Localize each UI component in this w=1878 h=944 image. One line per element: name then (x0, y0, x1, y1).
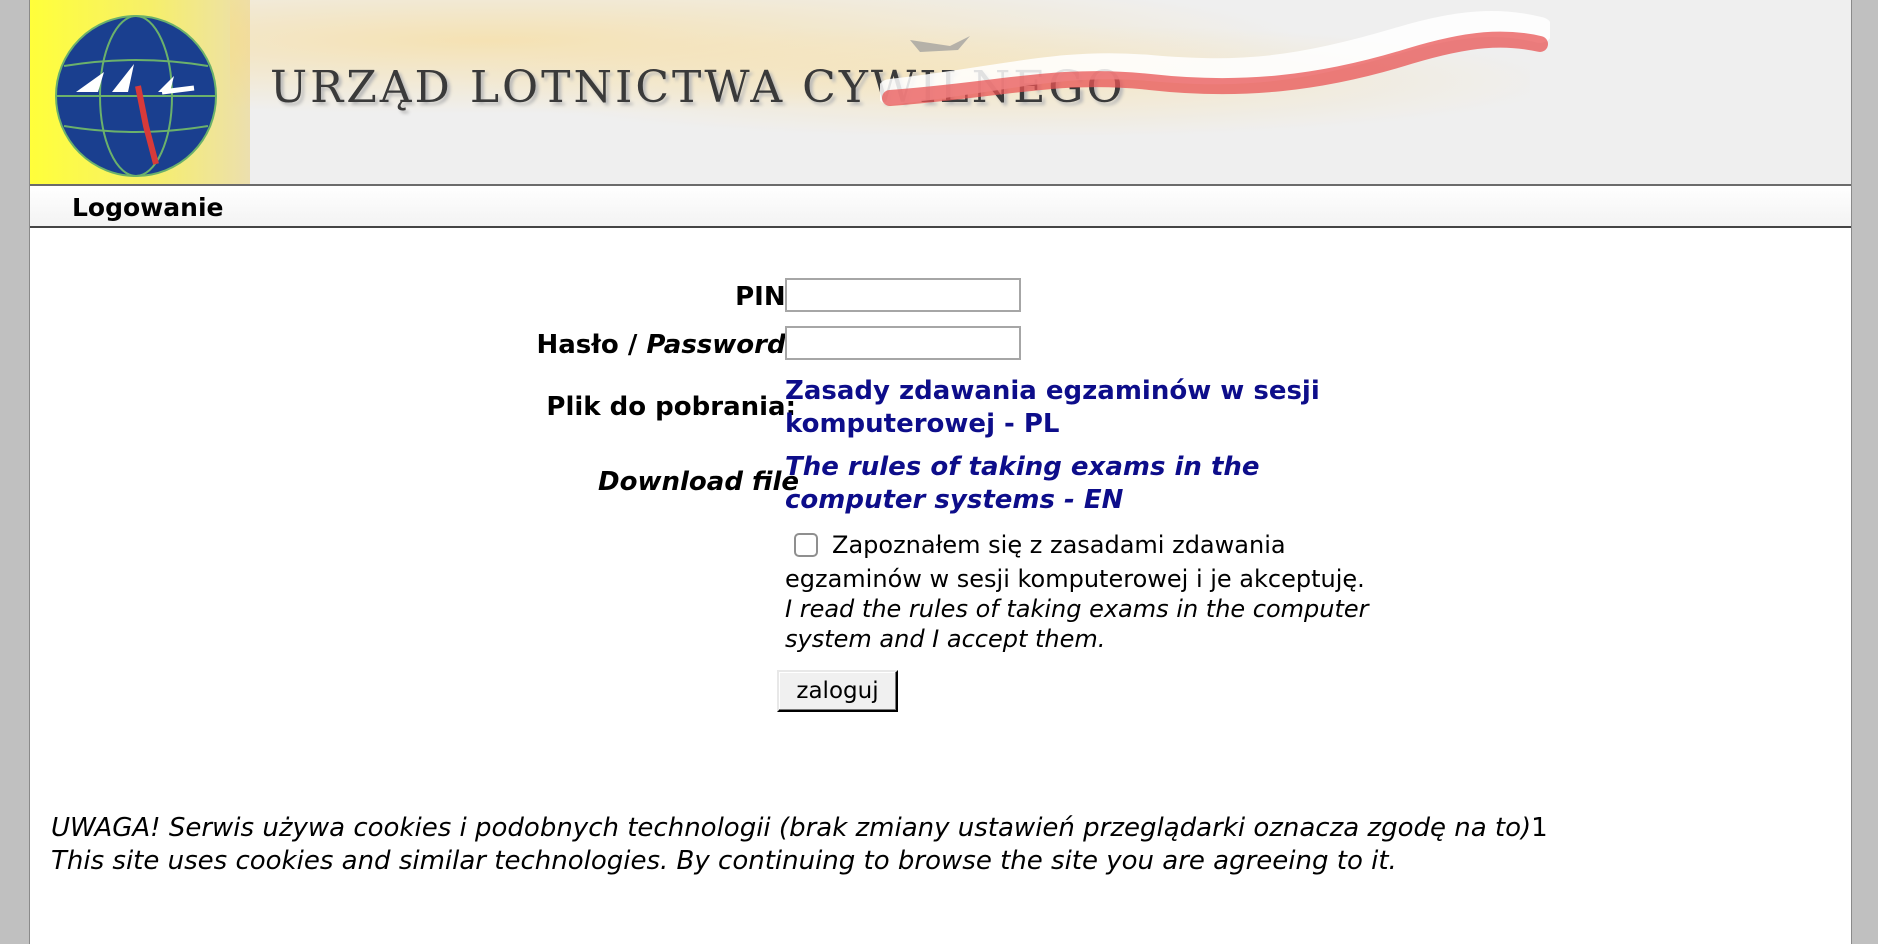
download-label-en: Download file (598, 467, 799, 497)
download-label-en-text: Download file (598, 467, 799, 497)
cookie-notice-pl: UWAGA! Serwis używa cookies i podobnych … (51, 813, 1548, 843)
page-container: URZĄD LOTNICTWA CYWILNEGO Logowanie PIN:… (29, 0, 1852, 944)
rules-download-link-pl[interactable]: Zasady zdawania egzaminów w sesji komput… (785, 375, 1405, 441)
password-label-pl: Hasło / (536, 330, 647, 360)
cookie-notice-pl-text: UWAGA! Serwis używa cookies i podobnych … (51, 813, 1532, 843)
cookie-notice-suffix: 1 (1531, 813, 1548, 843)
accept-rules-checkbox[interactable] (794, 533, 818, 557)
section-header-bar: Logowanie (30, 186, 1851, 228)
password-label: Hasło / Password: (536, 330, 796, 360)
accept-rules-text-en: I read the rules of taking exams in the … (785, 595, 1369, 653)
pin-input[interactable] (785, 278, 1021, 312)
rules-download-link-en[interactable]: The rules of taking exams in the compute… (785, 451, 1405, 517)
ulc-logo-icon (55, 15, 217, 177)
cookie-notice-en: This site uses cookies and similar techn… (51, 846, 1397, 876)
login-button[interactable]: zaloguj (777, 670, 898, 712)
flag-swoosh-graphic (880, 11, 1550, 106)
password-label-en: Password (646, 330, 786, 360)
password-input[interactable] (785, 326, 1021, 360)
cookie-notice-en-text: This site uses cookies and similar techn… (51, 846, 1397, 876)
header-banner: URZĄD LOTNICTWA CYWILNEGO (30, 0, 1851, 186)
accept-rules-text-pl: Zapoznałem się z zasadami zdawania egzam… (785, 531, 1365, 593)
section-title: Logowanie (72, 193, 224, 222)
download-label-pl: Plik do pobrania: (546, 392, 796, 422)
